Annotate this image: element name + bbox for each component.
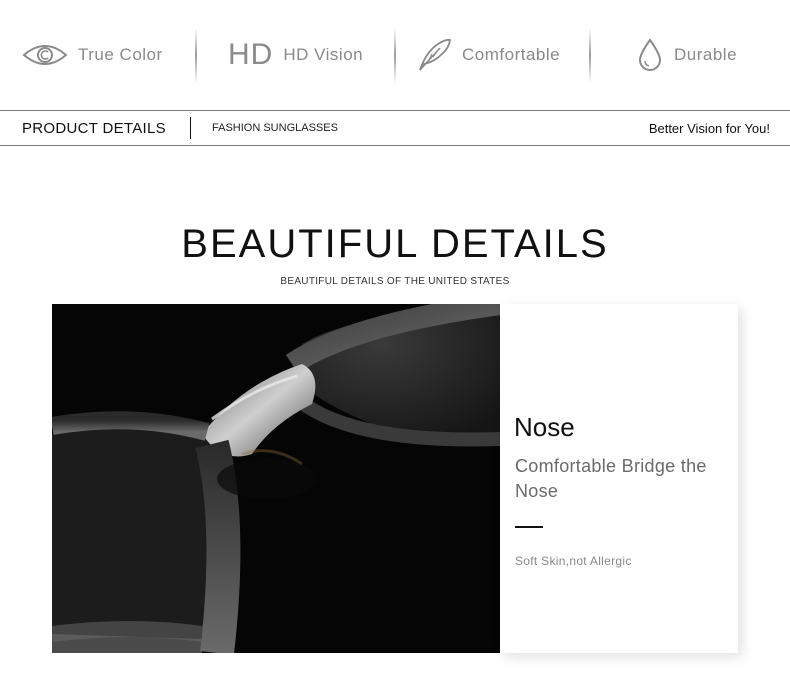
feature-durable: Durable — [636, 28, 737, 82]
feature-label: HD Vision — [283, 45, 364, 64]
detail-card: Nose Comfortable Bridge the Nose Soft Sk… — [500, 304, 738, 653]
bar-divider — [190, 117, 191, 139]
feature-label: Durable — [674, 45, 738, 64]
section-subtitle: BEAUTIFUL DETAILS OF THE UNITED STATES — [280, 276, 510, 287]
feature-strip: True Color HD HD Vision Comfortable Dura… — [0, 0, 790, 110]
feature-comfortable: Comfortable — [416, 28, 560, 82]
slogan: Better Vision for You! — [648, 121, 770, 136]
feather-icon — [419, 38, 451, 71]
product-details-heading: PRODUCT DETAILS — [22, 120, 166, 137]
feature-hd-vision: HD HD Vision — [228, 28, 363, 82]
category-label: FASHION SUNGLASSES — [212, 122, 338, 134]
eye-icon — [22, 45, 68, 65]
detail-title: Nose — [514, 412, 575, 442]
feature-label: True Color — [78, 45, 163, 64]
product-photo — [52, 304, 500, 653]
hd-icon: HD — [228, 38, 274, 71]
feature-divider — [589, 28, 591, 83]
section-title: BEAUTIFUL DETAILS — [181, 222, 609, 266]
sunglasses-bridge-image — [52, 304, 500, 653]
droplet-icon — [638, 38, 662, 71]
feature-divider — [394, 28, 396, 83]
feature-divider — [195, 28, 197, 83]
product-details-bar: PRODUCT DETAILS FASHION SUNGLASSES Bette… — [0, 110, 790, 146]
feature-true-color: True Color — [22, 28, 163, 82]
detail-description: Comfortable Bridge the Nose — [515, 456, 707, 501]
detail-note: Soft Skin,not Allergic — [515, 554, 632, 568]
detail-divider — [515, 526, 543, 528]
feature-label: Comfortable — [462, 45, 561, 64]
